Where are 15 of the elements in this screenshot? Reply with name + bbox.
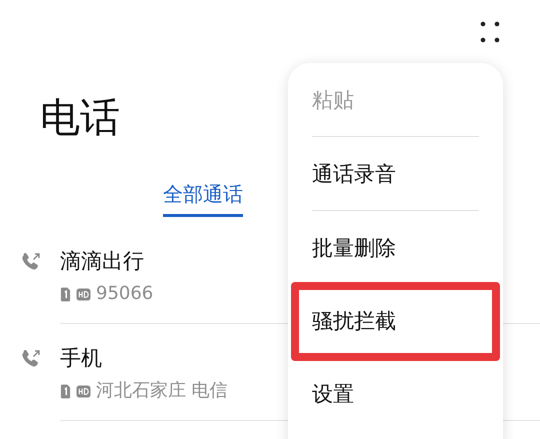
call-detail: 河北石家庄 电信 [96, 380, 228, 402]
hd-icon [76, 288, 91, 300]
call-detail: 95066 [96, 283, 154, 305]
contact-name[interactable]: 滴滴出行 [60, 247, 144, 275]
sim-icon [60, 286, 71, 302]
page-title: 电话 [40, 94, 120, 143]
sim-icon [60, 384, 71, 398]
menu-item[interactable]: 批量删除 [312, 234, 396, 262]
menu-item[interactable]: 骚扰拦截 [312, 306, 396, 334]
menu-item[interactable]: 设置 [312, 380, 354, 408]
menu-item[interactable]: 通话录音 [312, 160, 396, 188]
more-icon[interactable] [480, 20, 500, 42]
tab[interactable]: 全部通话 [163, 181, 243, 217]
contact-name[interactable]: 手机 [60, 344, 102, 372]
hd-icon [76, 384, 91, 398]
